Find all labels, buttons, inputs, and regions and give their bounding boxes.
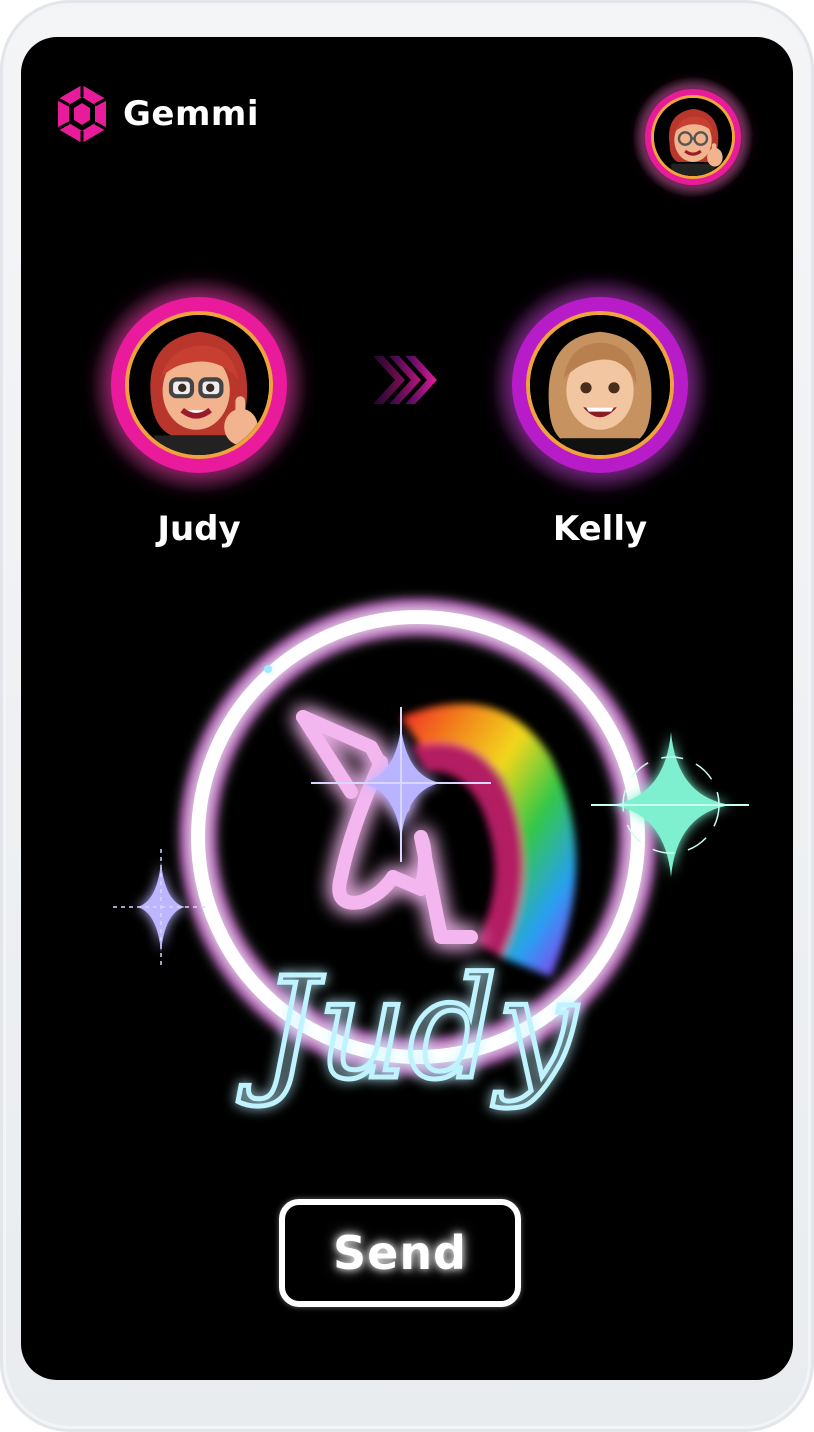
gift-name-script: Judy xyxy=(238,948,579,1111)
memoji-blonde-avatar xyxy=(530,315,670,455)
profile-avatar xyxy=(651,95,735,179)
sender-avatar-halo xyxy=(89,275,309,495)
neon-unicorn-artwork: Judy xyxy=(113,599,749,1114)
recipient-avatar-halo xyxy=(490,275,710,495)
sender-avatar xyxy=(125,311,273,459)
sender-card: Judy xyxy=(89,275,309,549)
sender-avatar-ring xyxy=(111,297,287,473)
recipient-name: Kelly xyxy=(552,509,648,549)
app-screen: Gemmi Judy Kelly Judy Send xyxy=(21,37,793,1380)
memoji-red-hair-avatar xyxy=(654,98,732,176)
recipient-card: Kelly xyxy=(490,275,710,549)
phone-frame: Gemmi Judy Kelly Judy Send xyxy=(0,0,814,1432)
profile-avatar-button[interactable] xyxy=(633,77,753,197)
profile-avatar-ring xyxy=(645,89,741,185)
send-button-label: Send xyxy=(332,1226,467,1280)
gem-hexagon-icon xyxy=(57,85,107,143)
brand: Gemmi xyxy=(55,83,259,145)
recipient-avatar xyxy=(526,311,674,459)
send-button[interactable]: Send xyxy=(279,1199,521,1307)
recipient-avatar-ring xyxy=(512,297,688,473)
memoji-red-hair-avatar xyxy=(129,315,269,455)
sender-name: Judy xyxy=(157,509,241,549)
triple-chevron-right-icon xyxy=(373,356,437,404)
brand-name: Gemmi xyxy=(123,94,259,134)
